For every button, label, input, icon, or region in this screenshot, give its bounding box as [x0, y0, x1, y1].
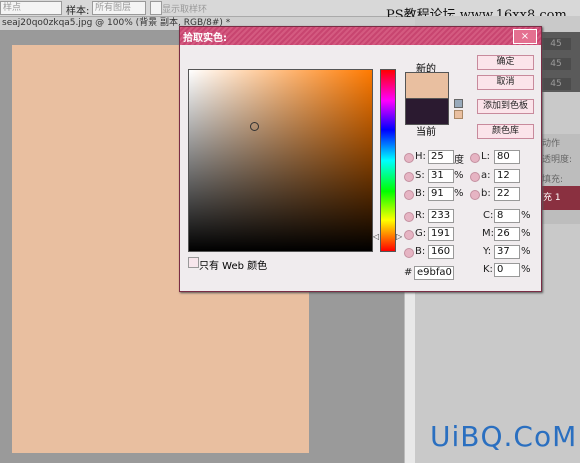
- r-radio[interactable]: [404, 212, 414, 222]
- a-label: a:: [481, 170, 491, 181]
- r-label: R:: [415, 210, 426, 221]
- s-unit: %: [454, 170, 464, 181]
- h-unit: 度: [454, 155, 464, 166]
- out-of-gamut-cube-icon[interactable]: [454, 99, 463, 108]
- l-label: L:: [481, 151, 490, 162]
- m-label: M:: [482, 228, 494, 239]
- swatch-value: 45: [541, 58, 571, 70]
- b-input[interactable]: 160: [428, 245, 454, 259]
- color-libraries-button[interactable]: 颜色库: [477, 124, 534, 139]
- h-input[interactable]: 25: [428, 150, 454, 164]
- s-radio[interactable]: [404, 172, 414, 182]
- g-input[interactable]: 191: [428, 227, 454, 241]
- l-radio[interactable]: [470, 153, 480, 163]
- brightness-input[interactable]: 91: [428, 187, 454, 201]
- layers-panel: 动作 透明度: 填充:: [540, 134, 580, 224]
- a-radio[interactable]: [470, 172, 480, 182]
- current-color-swatch[interactable]: [405, 98, 449, 125]
- hex-label: #: [404, 267, 413, 278]
- c-unit: %: [521, 210, 531, 221]
- new-color-swatch: [405, 72, 449, 99]
- s-label: S:: [415, 170, 425, 181]
- cancel-button[interactable]: 取消: [477, 75, 534, 90]
- swatch-value: 45: [541, 38, 571, 50]
- color-picker-dialog: 拾取实色: × ◁ ▷ 新的 当前 确定 取消 添加到色板 颜色库 只有 Web…: [179, 26, 542, 292]
- lab-b-input[interactable]: 22: [494, 187, 520, 201]
- l-input[interactable]: 80: [494, 150, 520, 164]
- m-unit: %: [521, 228, 531, 239]
- hue-slider[interactable]: [380, 69, 396, 252]
- a-input[interactable]: 12: [494, 169, 520, 183]
- hue-slider-right-handle[interactable]: ▷: [396, 232, 402, 241]
- sample-label: 样本:: [66, 6, 90, 17]
- k-label: K:: [483, 264, 493, 275]
- b-radio[interactable]: [404, 248, 414, 258]
- saturation-brightness-field[interactable]: [188, 69, 373, 252]
- web-only-checkbox[interactable]: [188, 257, 199, 268]
- close-button[interactable]: ×: [513, 29, 537, 44]
- y-input[interactable]: 37: [494, 245, 520, 259]
- web-safe-swatch-icon[interactable]: [454, 110, 463, 119]
- b-label: B:: [415, 246, 426, 257]
- sample-size-dropdown[interactable]: 样点: [0, 1, 62, 15]
- s-input[interactable]: 31: [428, 169, 454, 183]
- brightness-label: B:: [415, 188, 426, 199]
- lab-b-radio[interactable]: [470, 190, 480, 200]
- hue-slider-left-handle[interactable]: ◁: [373, 232, 379, 241]
- r-input[interactable]: 233: [428, 209, 454, 223]
- current-color-label: 当前: [416, 127, 436, 138]
- panel-tab[interactable]: 动作: [542, 136, 560, 149]
- watermark-bottom: UiBQ.CoM: [430, 420, 578, 453]
- k-unit: %: [521, 264, 531, 275]
- g-radio[interactable]: [404, 230, 414, 240]
- sample-layers-dropdown[interactable]: 所有图层: [92, 1, 146, 15]
- g-label: G:: [415, 228, 427, 239]
- lab-b-label: b:: [481, 188, 491, 199]
- k-input[interactable]: 0: [494, 263, 520, 277]
- dialog-titlebar[interactable]: [180, 27, 541, 45]
- brightness-radio[interactable]: [404, 190, 414, 200]
- y-unit: %: [521, 246, 531, 257]
- h-label: H:: [415, 151, 426, 162]
- dialog-title: 拾取实色:: [183, 33, 227, 44]
- show-ring-label: 显示取样环: [162, 5, 208, 15]
- selected-layer[interactable]: 充 1: [540, 186, 580, 210]
- add-to-swatches-button[interactable]: 添加到色板: [477, 99, 534, 114]
- hex-input[interactable]: e9bfa0: [414, 266, 454, 280]
- ok-button[interactable]: 确定: [477, 55, 534, 70]
- y-label: Y:: [483, 246, 492, 257]
- c-label: C:: [483, 210, 494, 221]
- c-input[interactable]: 8: [494, 209, 520, 223]
- brightness-unit: %: [454, 188, 464, 199]
- fill-label: 填充:: [542, 175, 564, 185]
- opacity-label: 透明度:: [542, 155, 573, 165]
- show-ring-checkbox[interactable]: [150, 1, 162, 15]
- swatch-value: 45: [541, 78, 571, 90]
- m-input[interactable]: 26: [494, 227, 520, 241]
- h-radio[interactable]: [404, 153, 414, 163]
- web-only-label: 只有 Web 颜色: [199, 261, 268, 272]
- color-picker-marker[interactable]: [250, 122, 259, 131]
